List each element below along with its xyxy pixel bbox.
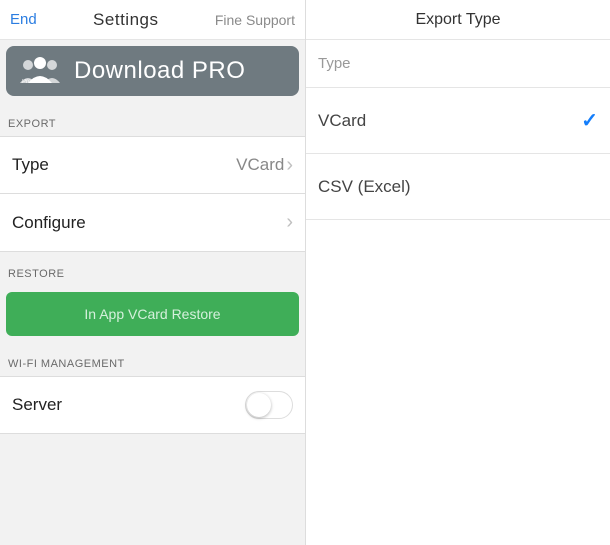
type-value: VCard › xyxy=(236,154,293,177)
type-label: Type xyxy=(12,155,49,175)
server-toggle[interactable] xyxy=(245,391,293,419)
option-csv[interactable]: CSV (Excel) xyxy=(306,154,610,220)
option-label: CSV (Excel) xyxy=(318,177,411,197)
download-pro-button[interactable]: Pro Download PRO xyxy=(6,46,299,96)
export-section-header: EXPORT xyxy=(0,102,305,136)
chevron-right-icon: › xyxy=(286,154,293,177)
wifi-section-header: WI-FI MANAGEMENT xyxy=(0,342,305,376)
export-type-panel: Export Type Type VCard ✓ CSV (Excel) xyxy=(305,0,610,545)
restore-button-label: In App VCard Restore xyxy=(84,306,220,322)
chevron-right-icon: › xyxy=(286,211,293,234)
svg-text:Pro: Pro xyxy=(22,79,32,85)
restore-button[interactable]: In App VCard Restore xyxy=(6,292,299,336)
download-pro-label: Download PRO xyxy=(74,57,245,85)
option-vcard[interactable]: VCard ✓ xyxy=(306,88,610,154)
server-row: Server xyxy=(0,376,305,434)
people-icon: Pro xyxy=(18,53,62,90)
type-subheader: Type xyxy=(306,40,610,88)
topnav: End Settings Fine Support xyxy=(0,0,305,40)
configure-label: Configure xyxy=(12,213,86,233)
export-type-title: Export Type xyxy=(415,11,500,29)
configure-row[interactable]: Configure › xyxy=(0,194,305,252)
type-row[interactable]: Type VCard › xyxy=(0,136,305,194)
settings-panel: End Settings Fine Support Pro Download P… xyxy=(0,0,305,545)
option-label: VCard xyxy=(318,111,366,131)
end-link[interactable]: End xyxy=(10,11,37,28)
page-title: Settings xyxy=(93,10,158,30)
check-icon: ✓ xyxy=(581,108,598,133)
server-label: Server xyxy=(12,395,62,415)
restore-section-header: RESTORE xyxy=(0,252,305,286)
right-header: Export Type xyxy=(306,0,610,40)
support-link[interactable]: Fine Support xyxy=(215,12,295,28)
